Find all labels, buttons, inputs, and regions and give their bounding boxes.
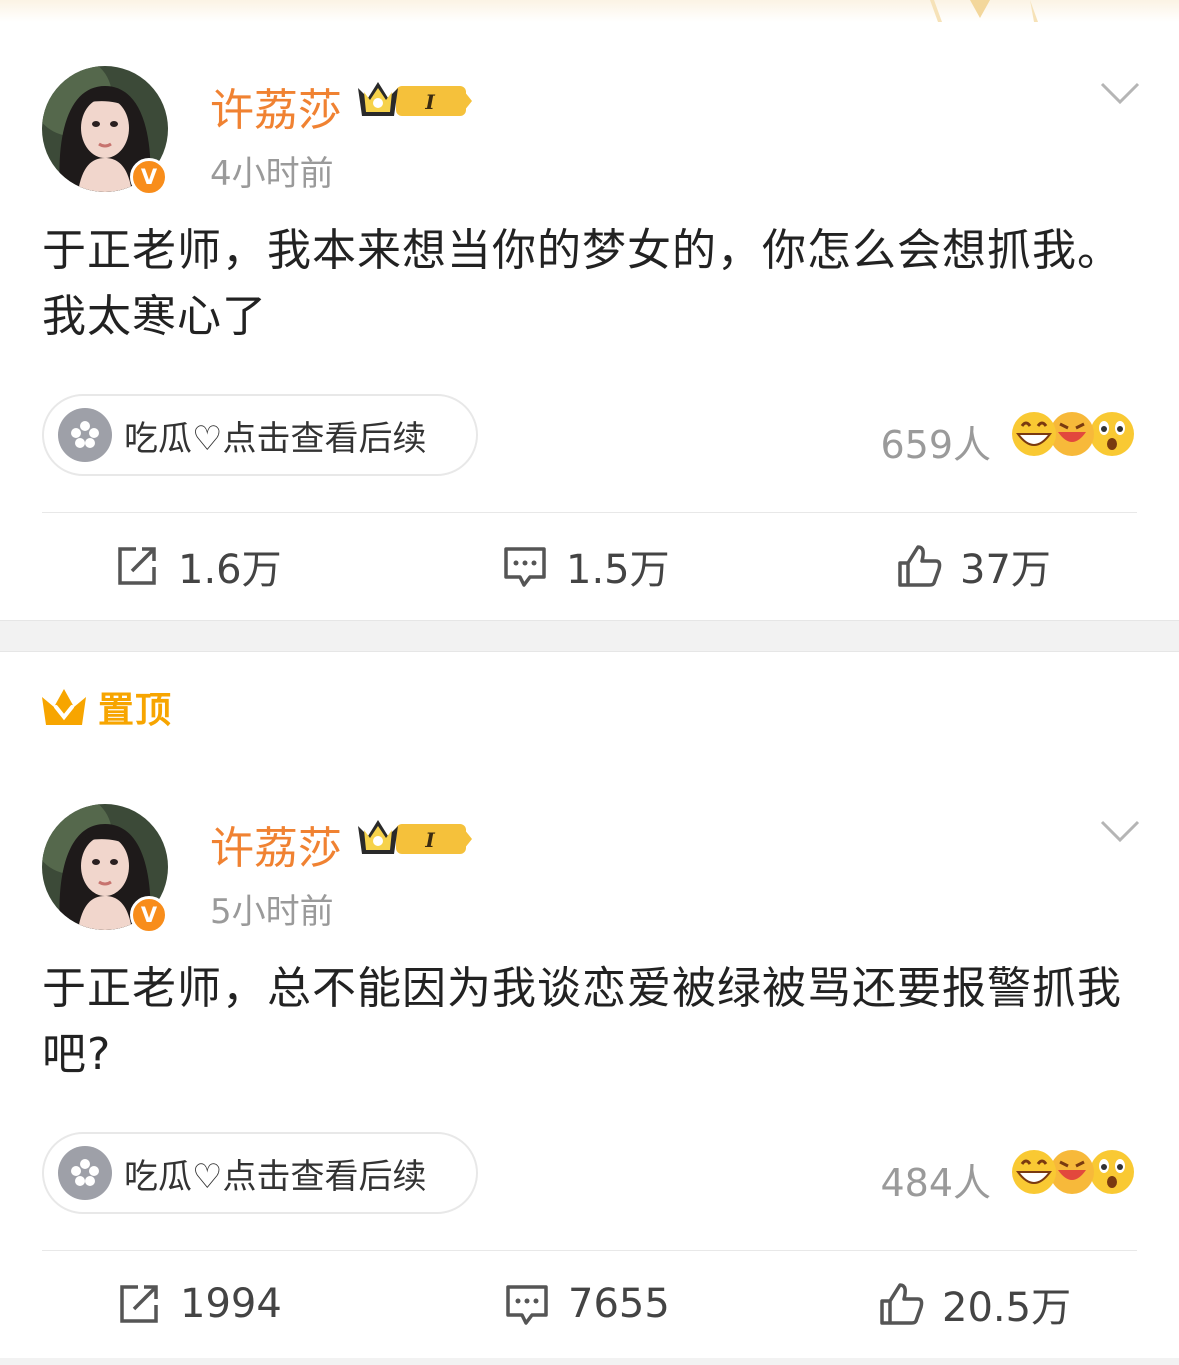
post-card[interactable]: V 许荔莎 I 4小时前 于正老师，我本来想当你的梦女的，你怎么会想抓我。我太寒… [0,22,1179,620]
more-chevron-icon[interactable] [1100,820,1140,844]
verified-badge: V [130,896,168,934]
vip-crown-badge-icon[interactable]: I [356,816,474,862]
reaction-emoji-icons[interactable] [1008,406,1138,462]
header-decoration-icon [930,0,1038,22]
repost-button[interactable]: 1994 [116,1274,282,1334]
username[interactable]: 许荔莎 [210,74,342,138]
comment-count: 1.5万 [566,547,670,593]
verified-badge: V [130,158,168,196]
post-content[interactable]: 于正老师，我本来想当你的梦女的，你怎么会想抓我。我太寒心了 [42,218,1142,350]
watermelon-icon [58,408,112,462]
badge-level-text: I [424,90,435,114]
post-time: 4小时前 [210,154,334,194]
like-button[interactable]: 20.5万 [878,1274,1071,1334]
pinned-label: 置顶 [98,690,173,731]
topic-chip-label: 吃瓜♡点击查看后续 [124,418,427,459]
like-button[interactable]: 37万 [896,536,1051,596]
reaction-count[interactable]: 484人 [880,1152,991,1207]
topic-chip[interactable]: 吃瓜♡点击查看后续 [42,394,478,476]
section-divider [0,620,1179,652]
divider [42,512,1137,513]
repost-icon [120,1285,158,1323]
post-content[interactable]: 于正老师，总不能因为我谈恋爱被绿被骂还要报警抓我吧? [42,956,1142,1088]
reaction-emoji-icons[interactable] [1008,1144,1138,1200]
like-icon [880,1283,924,1325]
more-chevron-icon[interactable] [1100,82,1140,106]
reaction-count[interactable]: 659人 [880,414,991,469]
like-count: 37万 [960,547,1051,593]
username[interactable]: 许荔莎 [210,812,342,876]
like-count: 20.5万 [942,1285,1072,1331]
post-time: 5小时前 [210,892,334,932]
bottom-divider [0,1358,1179,1365]
repost-count: 1.6万 [178,547,282,593]
comment-button[interactable]: 1.5万 [502,536,670,596]
badge-level-text: I [424,828,435,852]
topic-chip[interactable]: 吃瓜♡点击查看后续 [42,1132,478,1214]
pinned-header: 置顶 [40,680,172,734]
comment-count: 7655 [568,1281,670,1327]
comment-button[interactable]: 7655 [504,1274,670,1334]
like-icon [898,545,942,587]
comment-icon [504,547,546,587]
crown-icon [42,689,86,725]
divider [42,1250,1137,1251]
repost-button[interactable]: 1.6万 [114,536,282,596]
repost-count: 1994 [180,1281,282,1327]
comment-icon [506,1285,548,1325]
topic-chip-label: 吃瓜♡点击查看后续 [124,1156,427,1197]
post-card[interactable]: V 许荔莎 I 5小时前 于正老师，总不能因为我谈恋爱被绿被骂还要报警抓我吧? … [0,760,1179,1360]
watermelon-icon [58,1146,112,1200]
repost-icon [118,547,156,585]
vip-crown-badge-icon[interactable]: I [356,78,474,124]
